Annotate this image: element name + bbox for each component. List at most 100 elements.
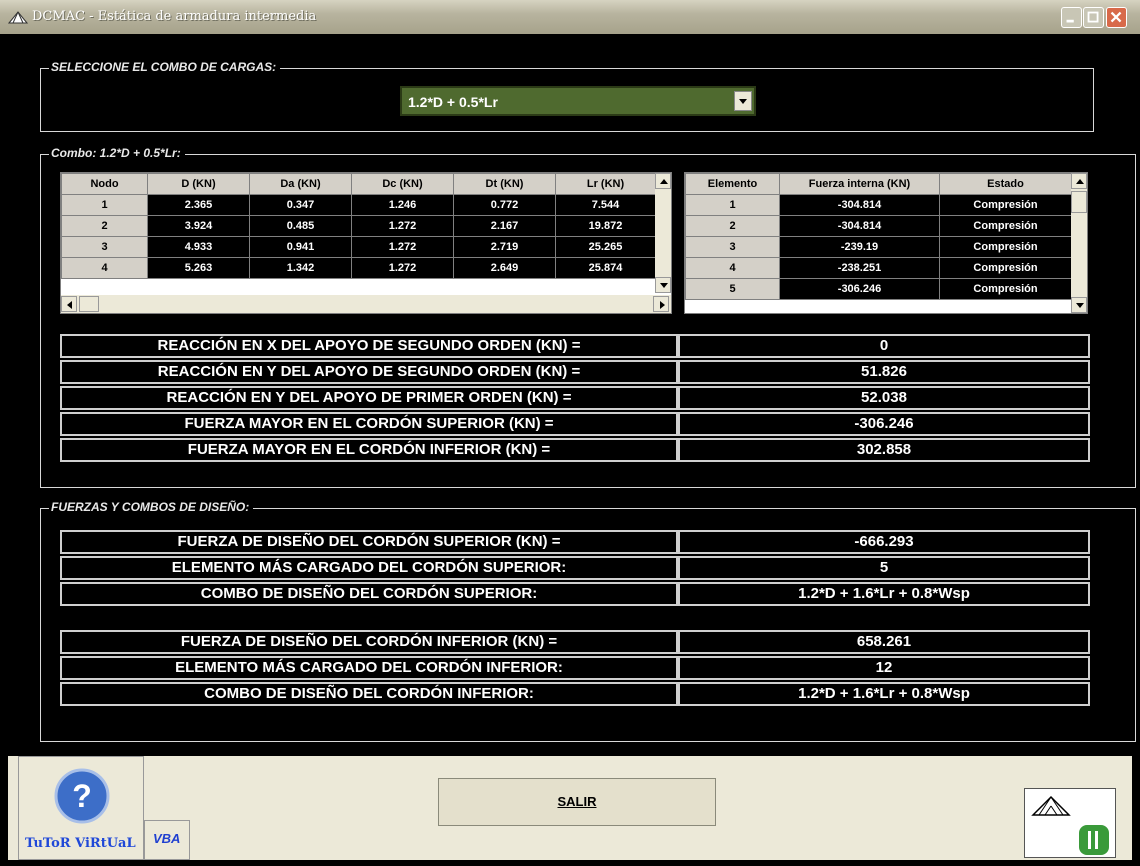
table-row[interactable]: 3 4.933 0.941 1.272 2.719 25.265 (61, 236, 656, 258)
design-row: FUERZA DE DISEÑO DEL CORDÓN INFERIOR (KN… (60, 630, 1090, 654)
reaction-row: FUERZA MAYOR EN EL CORDÓN SUPERIOR (KN) … (60, 412, 1090, 436)
logo (1024, 788, 1116, 858)
col-header[interactable]: D (KN) (147, 173, 250, 195)
reaction-value: -306.246 (678, 412, 1090, 436)
element-id: 1 (685, 194, 780, 216)
table-cell: -304.814 (779, 215, 940, 237)
table-row[interactable]: 1 2.365 0.347 1.246 0.772 7.544 (61, 194, 656, 216)
node-id: 3 (61, 236, 148, 258)
combo-dropdown-button[interactable] (734, 91, 752, 111)
nodes-horizontal-scrollbar[interactable] (61, 295, 671, 313)
results-legend: Combo: 1.2*D + 0.5*Lr: (49, 146, 185, 160)
window-title: DCMAC - Estática de armadura intermedia (32, 9, 317, 24)
arrow-up-icon (1076, 179, 1084, 184)
table-row[interactable]: 4 5.263 1.342 1.272 2.649 25.874 (61, 257, 656, 279)
col-header[interactable]: Dc (KN) (351, 173, 454, 195)
element-id: 2 (685, 215, 780, 237)
minimize-button[interactable] (1061, 7, 1082, 28)
table-row[interactable]: 2 -304.814 Compresión (685, 215, 1072, 237)
col-header[interactable]: Da (KN) (249, 173, 352, 195)
design-label: COMBO DE DISEÑO DEL CORDÓN SUPERIOR: (60, 582, 678, 606)
reaction-label: REACCIÓN EN Y DEL APOYO DE SEGUNDO ORDEN… (60, 360, 678, 384)
vba-button[interactable]: VBA (144, 820, 190, 860)
scroll-down-button[interactable] (1071, 297, 1087, 313)
design-row: COMBO DE DISEÑO DEL CORDÓN SUPERIOR: 1.2… (60, 582, 1090, 606)
scroll-thumb[interactable] (1071, 191, 1087, 213)
col-header[interactable]: Elemento (685, 173, 780, 195)
table-row[interactable]: 4 -238.251 Compresión (685, 257, 1072, 279)
table-cell: -238.251 (779, 257, 940, 279)
node-id: 2 (61, 215, 148, 237)
element-id: 3 (685, 236, 780, 258)
arrow-left-icon (67, 301, 72, 309)
arrow-down-icon (660, 283, 668, 288)
load-combo-select[interactable]: 1.2*D + 0.5*Lr (400, 86, 756, 116)
design-row: ELEMENTO MÁS CARGADO DEL CORDÓN SUPERIOR… (60, 556, 1090, 580)
vba-label: VBA (153, 831, 181, 846)
col-header[interactable]: Estado (939, 173, 1072, 195)
arrow-up-icon (660, 179, 668, 184)
table-cell: 2.167 (453, 215, 556, 237)
reaction-label: REACCIÓN EN X DEL APOYO DE SEGUNDO ORDEN… (60, 334, 678, 358)
table-row[interactable]: 5 -306.246 Compresión (685, 278, 1072, 300)
table-cell: 1.342 (249, 257, 352, 279)
element-id: 4 (685, 257, 780, 279)
table-cell: -304.814 (779, 194, 940, 216)
tutor-virtual-button[interactable]: ? TuToR ViRtUaL (18, 756, 144, 860)
design-label: FUERZA DE DISEÑO DEL CORDÓN SUPERIOR (KN… (60, 530, 678, 554)
design-row: COMBO DE DISEÑO DEL CORDÓN INFERIOR: 1.2… (60, 682, 1090, 706)
reaction-label: REACCIÓN EN Y DEL APOYO DE PRIMER ORDEN … (60, 386, 678, 410)
design-value: 5 (678, 556, 1090, 580)
nodes-grid[interactable]: Nodo D (KN) Da (KN) Dc (KN) Dt (KN) Lr (… (60, 172, 672, 314)
reaction-row: REACCIÓN EN Y DEL APOYO DE PRIMER ORDEN … (60, 386, 1090, 410)
scroll-down-button[interactable] (655, 277, 671, 293)
col-header[interactable]: Fuerza interna (KN) (779, 173, 940, 195)
table-cell: 1.246 (351, 194, 454, 216)
table-cell: 4.933 (147, 236, 250, 258)
col-header[interactable]: Nodo (61, 173, 148, 195)
design-legend: FUERZAS Y COMBOS DE DISEÑO: (49, 500, 254, 514)
table-cell: 2.719 (453, 236, 556, 258)
table-cell: Compresión (939, 215, 1072, 237)
design-row: ELEMENTO MÁS CARGADO DEL CORDÓN INFERIOR… (60, 656, 1090, 680)
table-row[interactable]: 3 -239.19 Compresión (685, 236, 1072, 258)
table-cell: 1.272 (351, 215, 454, 237)
table-cell: 1.272 (351, 257, 454, 279)
elements-vertical-scrollbar[interactable] (1071, 173, 1087, 313)
col-header[interactable]: Lr (KN) (555, 173, 656, 195)
salir-button[interactable]: SALIR (438, 778, 716, 826)
chevron-down-icon (739, 99, 747, 104)
scroll-left-button[interactable] (61, 296, 77, 312)
maximize-icon (1087, 11, 1099, 23)
table-row[interactable]: 2 3.924 0.485 1.272 2.167 19.872 (61, 215, 656, 237)
table-row[interactable]: 1 -304.814 Compresión (685, 194, 1072, 216)
design-label: COMBO DE DISEÑO DEL CORDÓN INFERIOR: (60, 682, 678, 706)
nodes-header-row: Nodo D (KN) Da (KN) Dc (KN) Dt (KN) Lr (… (61, 173, 656, 195)
reaction-row: FUERZA MAYOR EN EL CORDÓN INFERIOR (KN) … (60, 438, 1090, 462)
scroll-thumb[interactable] (79, 296, 99, 312)
client-area: SELECCIONE EL COMBO DE CARGAS: 1.2*D + 0… (8, 34, 1136, 860)
design-label: ELEMENTO MÁS CARGADO DEL CORDÓN SUPERIOR… (60, 556, 678, 580)
help-question-icon: ? (54, 768, 110, 824)
title-bar[interactable]: DCMAC - Estática de armadura intermedia (0, 0, 1140, 34)
close-button[interactable] (1106, 7, 1127, 28)
elements-header-row: Elemento Fuerza interna (KN) Estado (685, 173, 1072, 195)
reaction-value: 0 (678, 334, 1090, 358)
table-cell: 2.649 (453, 257, 556, 279)
scroll-right-button[interactable] (653, 296, 669, 312)
design-value: 1.2*D + 1.6*Lr + 0.8*Wsp (678, 582, 1090, 606)
table-cell: 5.263 (147, 257, 250, 279)
design-value: 1.2*D + 1.6*Lr + 0.8*Wsp (678, 682, 1090, 706)
tutor-label: TuToR ViRtUaL (25, 836, 136, 851)
elements-grid[interactable]: Elemento Fuerza interna (KN) Estado 1 -3… (684, 172, 1088, 314)
nodes-vertical-scrollbar[interactable] (655, 173, 671, 293)
maximize-button[interactable] (1083, 7, 1104, 28)
col-header[interactable]: Dt (KN) (453, 173, 556, 195)
scroll-up-button[interactable] (1071, 173, 1087, 189)
scroll-up-button[interactable] (655, 173, 671, 189)
reaction-label: FUERZA MAYOR EN EL CORDÓN INFERIOR (KN) … (60, 438, 678, 462)
table-cell: 25.874 (555, 257, 656, 279)
design-value: 12 (678, 656, 1090, 680)
truss-logo-icon (1031, 795, 1109, 855)
minimize-icon (1066, 19, 1074, 23)
